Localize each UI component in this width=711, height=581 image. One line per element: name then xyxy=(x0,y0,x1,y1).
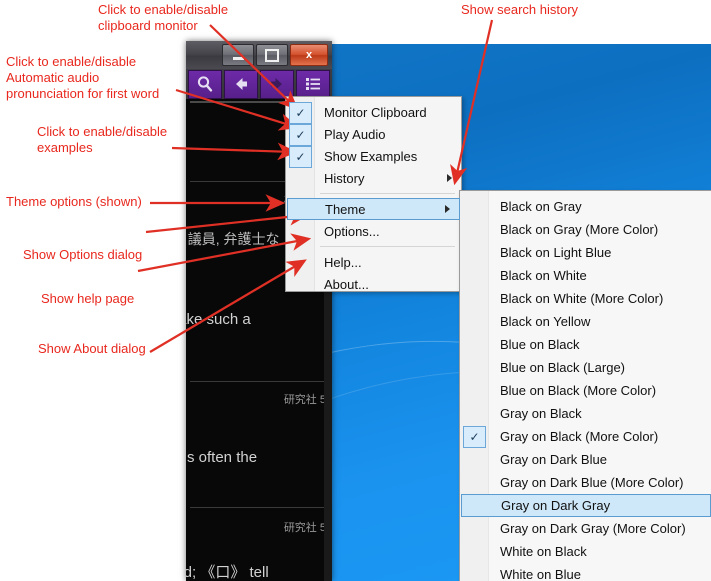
theme-item-label: Black on Light Blue xyxy=(500,245,612,260)
theme-item-label: Black on White xyxy=(500,268,587,283)
window-title-bar[interactable]: x xyxy=(186,41,332,69)
content-divider xyxy=(190,381,328,382)
content-source-3: 研究社 5 xyxy=(283,522,326,534)
back-arrow-icon xyxy=(236,78,247,90)
theme-item-label: Gray on Dark Blue (More Color) xyxy=(500,475,684,490)
check-icon: ✓ xyxy=(463,426,486,448)
theme-item-gray-on-dark-blue[interactable]: Gray on Dark Blue xyxy=(460,448,711,471)
menu-item-label: History xyxy=(324,170,365,186)
theme-item-label: White on Black xyxy=(500,544,587,559)
theme-item-white-on-blue[interactable]: White on Blue xyxy=(460,563,711,581)
forward-arrow-icon xyxy=(271,78,282,90)
menu-item-help[interactable]: Help... xyxy=(286,251,461,273)
menu-item-label: Show Examples xyxy=(324,148,418,164)
close-button[interactable]: x xyxy=(290,44,328,66)
maximize-icon xyxy=(265,48,279,62)
theme-item-label: Gray on Black xyxy=(500,406,582,421)
forward-button[interactable] xyxy=(260,69,294,99)
minimize-button[interactable] xyxy=(222,44,254,66)
annotation-options-dialog: Show Options dialog xyxy=(23,247,143,262)
theme-item-black-on-white[interactable]: Black on White xyxy=(460,264,711,287)
theme-item-gray-on-black[interactable]: Gray on Black xyxy=(460,402,711,425)
menu-item-label: Play Audio xyxy=(324,126,386,142)
content-divider xyxy=(190,507,328,508)
theme-item-label: Black on Yellow xyxy=(500,314,591,329)
theme-item-label: Gray on Dark Blue xyxy=(500,452,607,467)
theme-item-label: White on Blue xyxy=(500,567,581,581)
content-english-1: take such a xyxy=(186,311,251,328)
screenshot-root: x , 議員, 弁護士な ke such a 研究社 5 s often the… xyxy=(0,0,711,581)
theme-item-label: Black on Gray (More Color) xyxy=(500,222,659,237)
annotation-help-page: Show help page xyxy=(41,291,135,306)
annotation-about-dialog: Show About dialog xyxy=(38,341,146,356)
annotation-clipboard-monitor: Click to enable/disable clipboard monito… xyxy=(98,2,229,33)
theme-item-label: Blue on Black (More Color) xyxy=(500,383,657,398)
theme-item-label: Black on White (More Color) xyxy=(500,291,664,306)
menu-item-label: Options... xyxy=(324,223,380,239)
menu-separator xyxy=(320,193,455,194)
menu-item-options[interactable]: Options... xyxy=(286,220,461,242)
theme-item-label: Gray on Dark Gray (More Color) xyxy=(500,521,686,536)
back-button[interactable] xyxy=(224,69,258,99)
menu-item-label: Help... xyxy=(324,254,362,270)
theme-item-black-on-gray-more-color[interactable]: Black on Gray (More Color) xyxy=(460,218,711,241)
content-source-2: 研究社 5 xyxy=(283,394,326,406)
theme-item-black-on-white-more-color[interactable]: Black on White (More Color) xyxy=(460,287,711,310)
theme-item-label: Gray on Black (More Color) xyxy=(500,429,659,444)
main-context-menu: ✓ Monitor Clipboard ✓ Play Audio ✓ Show Examp… xyxy=(285,96,462,292)
theme-item-black-on-gray[interactable]: Black on Gray xyxy=(460,195,711,218)
check-icon: ✓ xyxy=(289,124,312,146)
window-controls: x xyxy=(222,44,328,66)
menu-item-history[interactable]: History xyxy=(286,167,461,189)
annotation-show-examples: Click to enable/disable examples xyxy=(37,124,168,155)
annotation-search-history: Show search history xyxy=(461,2,579,17)
theme-item-gray-on-dark-blue-more-color[interactable]: Gray on Dark Blue (More Color) xyxy=(460,471,711,494)
check-icon: ✓ xyxy=(289,102,312,124)
menu-button[interactable] xyxy=(296,69,330,99)
theme-item-label: Blue on Black xyxy=(500,337,580,352)
theme-item-blue-on-black-more-color[interactable]: Blue on Black (More Color) xyxy=(460,379,711,402)
menu-item-label: Theme xyxy=(325,201,366,217)
theme-item-blue-on-black-large[interactable]: Blue on Black (Large) xyxy=(460,356,711,379)
search-icon xyxy=(197,76,213,92)
theme-item-label: Blue on Black (Large) xyxy=(500,360,626,375)
menu-item-monitor-clipboard[interactable]: ✓ Monitor Clipboard xyxy=(286,101,461,124)
annotation-play-audio: Click to enable/disable Automatic audio … xyxy=(6,54,160,101)
menu-separator xyxy=(320,246,455,247)
check-icon: ✓ xyxy=(289,146,312,168)
search-button[interactable] xyxy=(188,69,222,99)
annotation-theme-options: Theme options (shown) xyxy=(6,194,142,209)
theme-item-gray-on-dark-gray-more-color[interactable]: Gray on Dark Gray (More Color) xyxy=(460,517,711,540)
menu-item-play-audio[interactable]: ✓ Play Audio xyxy=(286,123,461,146)
menu-item-show-examples[interactable]: ✓ Show Examples xyxy=(286,145,461,168)
theme-submenu: Black on Gray Black on Gray (More Color) B… xyxy=(459,190,711,581)
app-toolbar xyxy=(186,69,332,99)
content-english-2: s is often the xyxy=(186,449,258,466)
menu-item-about[interactable]: About... xyxy=(286,273,461,295)
close-icon: x xyxy=(305,48,313,61)
content-japanese-1: , 議員, 弁護士な xyxy=(186,231,280,247)
theme-item-black-on-light-blue[interactable]: Black on Light Blue xyxy=(460,241,711,264)
maximize-button[interactable] xyxy=(256,44,288,66)
submenu-arrow-icon xyxy=(445,205,450,213)
theme-item-white-on-black[interactable]: White on Black xyxy=(460,540,711,563)
theme-item-label: Gray on Dark Gray xyxy=(501,498,611,513)
menu-item-theme[interactable]: Theme xyxy=(287,198,460,220)
menu-item-label: Monitor Clipboard xyxy=(324,104,427,120)
submenu-arrow-icon xyxy=(447,174,452,182)
theme-item-gray-on-dark-gray[interactable]: Gray on Dark Gray xyxy=(461,494,711,517)
menu-item-label: About... xyxy=(324,276,369,292)
menu-list-icon xyxy=(306,78,320,90)
theme-item-gray-on-black-more-color[interactable]: ✓ Gray on Black (More Color) xyxy=(460,425,711,448)
theme-item-blue-on-black[interactable]: Blue on Black xyxy=(460,333,711,356)
theme-item-label: Black on Gray xyxy=(500,199,582,214)
theme-item-black-on-yellow[interactable]: Black on Yellow xyxy=(460,310,711,333)
minimize-icon xyxy=(232,57,244,60)
content-english-3: aid; 《口》 tell xyxy=(186,564,269,581)
